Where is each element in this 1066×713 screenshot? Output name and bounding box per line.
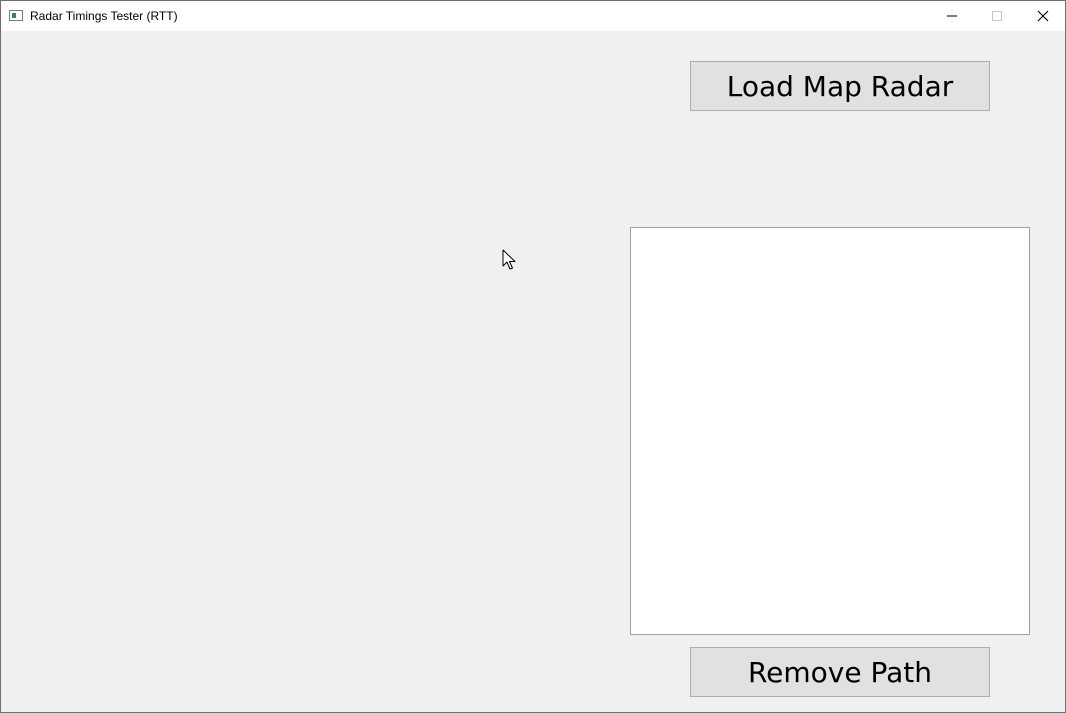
mouse-cursor-icon [502,249,516,270]
maximize-button[interactable] [974,1,1019,31]
app-icon [9,10,23,21]
close-icon [1037,10,1048,22]
main-content: Load Map Radar Remove Path [1,31,1065,712]
minimize-button[interactable] [929,1,974,31]
window-title: Radar Timings Tester (RTT) [30,9,178,23]
path-list[interactable] [630,227,1030,635]
remove-path-button[interactable]: Remove Path [690,647,990,697]
app-window: Radar Timings Tester (RTT) Load Map Rada… [0,0,1066,713]
minimize-icon [946,15,957,17]
title-bar[interactable]: Radar Timings Tester (RTT) [1,1,1065,31]
load-map-radar-button[interactable]: Load Map Radar [690,61,990,111]
close-button[interactable] [1020,1,1065,31]
maximize-icon [991,11,1002,21]
